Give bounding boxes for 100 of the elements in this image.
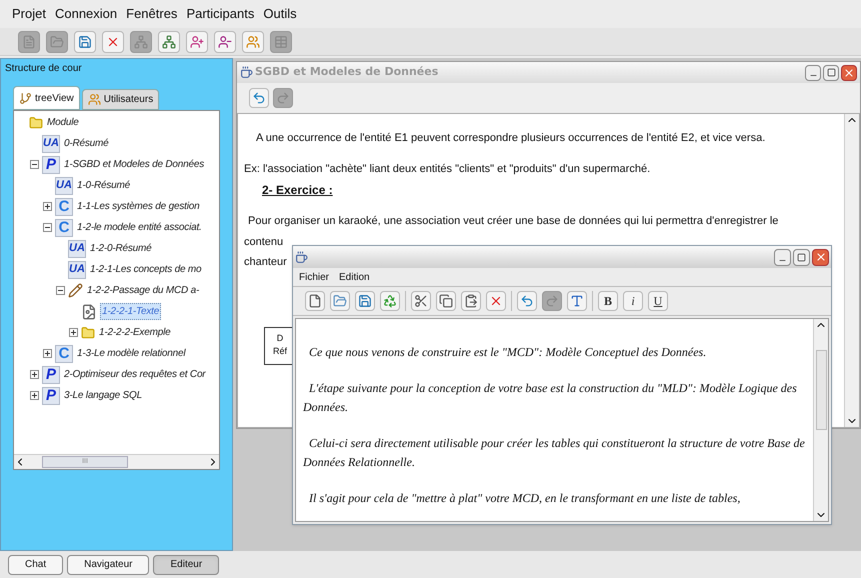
paragraph: Pour organiser un karaoké, une association veut créer une base de données qui lui permettra d'enregistrer le	[247, 214, 778, 229]
tree-item[interactable]: 1-2-le modele entité associat.	[76, 220, 203, 235]
diagram-label: D	[276, 332, 284, 344]
recycle-icon	[383, 294, 397, 308]
new-button[interactable]	[305, 291, 325, 311]
close-button[interactable]	[841, 64, 857, 80]
paragraph: L'étape suivante pour la conception de votre base est la construction du "MLD": Modèle Logique des Données.	[303, 380, 798, 416]
menu-item[interactable]: Participants	[186, 4, 254, 24]
collapse-toggle[interactable]	[43, 223, 52, 232]
tree-item[interactable]: 3-Le langage SQL	[63, 388, 143, 403]
vertical-scrollbar[interactable]	[844, 114, 859, 427]
menu-item[interactable]: Edition	[339, 270, 370, 284]
new-file-icon	[308, 294, 322, 308]
delete-button[interactable]	[102, 30, 124, 52]
tree-item[interactable]: 1-2-2-Passage du MCD a-	[86, 283, 200, 298]
tree-item[interactable]: 1-3-Le modèle relationnel	[76, 346, 186, 361]
paragraph: contenu	[244, 234, 284, 250]
network-icon	[162, 34, 176, 48]
expand-toggle[interactable]	[69, 328, 78, 337]
maximize-button[interactable]	[793, 248, 810, 266]
tree-item[interactable]: 1-1-Les systèmes de gestion	[76, 199, 200, 214]
scroll-thumb[interactable]	[816, 350, 826, 430]
close-icon	[814, 251, 826, 263]
paragraph: chanteur	[244, 255, 287, 270]
paste-button[interactable]	[461, 291, 481, 311]
menu-item[interactable]: Fichier	[299, 270, 330, 284]
network-button[interactable]	[158, 30, 180, 52]
userdel-button[interactable]	[214, 30, 236, 52]
minimize-button[interactable]	[805, 64, 821, 80]
window-title: SGBD et Modeles de Données	[255, 64, 438, 80]
app-icon	[240, 66, 253, 79]
save-icon	[358, 294, 372, 308]
course-item-icon: P	[42, 366, 60, 384]
paragraph: Il s'agit pour cela de "mettre à plat" votre MCD, en le transformant en une liste de tables,	[308, 490, 742, 507]
tree-item[interactable]: 1-SGBD et Modeles de Données	[63, 157, 206, 172]
undo-button[interactable]	[517, 291, 537, 311]
collapse-toggle[interactable]	[56, 286, 65, 295]
menu-item[interactable]: Projet	[12, 4, 46, 24]
close-icon	[843, 66, 855, 78]
minimize-button[interactable]	[774, 248, 791, 266]
course-item-icon: C	[55, 198, 73, 216]
section-heading: 2- Exercice :	[261, 182, 333, 199]
tree-item[interactable]: Module	[46, 115, 80, 130]
underline-button[interactable]: U	[648, 291, 668, 311]
users-icon	[246, 34, 260, 48]
undo-icon	[520, 294, 534, 308]
expand-toggle[interactable]	[30, 391, 39, 400]
collapse-toggle[interactable]	[30, 160, 39, 169]
open-button[interactable]	[330, 291, 350, 311]
users-button[interactable]	[242, 30, 264, 52]
expand-toggle[interactable]	[43, 202, 52, 211]
undo-button[interactable]	[249, 88, 269, 108]
tree-item[interactable]: 1-2-2-1-Texte	[100, 303, 162, 320]
paste-icon	[464, 294, 478, 308]
tree-item[interactable]: 1-2-0-Résumé	[89, 241, 153, 256]
copy-button[interactable]	[436, 291, 456, 311]
user-plus-icon	[190, 34, 204, 48]
tree-item[interactable]: 1-2-2-2-Exemple	[98, 325, 172, 340]
menu-item[interactable]: Fenêtres	[126, 4, 178, 24]
document-icon	[81, 304, 97, 320]
tree-item[interactable]: 2-Optimiseur des requêtes et Cor	[63, 367, 206, 382]
tree-item[interactable]: 1-2-1-Les concepts de mo	[89, 262, 202, 277]
close-button[interactable]	[812, 248, 829, 266]
menu-item[interactable]: Outils	[263, 4, 297, 24]
vertical-scrollbar[interactable]	[813, 319, 828, 521]
save-button[interactable]	[74, 30, 96, 52]
course-item-icon: UA	[68, 240, 86, 258]
cut-button[interactable]	[411, 291, 431, 311]
save-button[interactable]	[355, 291, 375, 311]
bold-button[interactable]: B	[598, 291, 618, 311]
table-icon	[274, 34, 288, 48]
course-item-icon: UA	[42, 134, 60, 152]
maximize-icon	[797, 252, 806, 262]
expand-toggle[interactable]	[30, 370, 39, 379]
recycle-button[interactable]	[380, 291, 400, 311]
panel-button[interactable]: Editeur	[153, 554, 220, 574]
maximize-button[interactable]	[823, 64, 839, 80]
delete-button[interactable]	[486, 291, 506, 311]
italic-button[interactable]: i	[623, 291, 643, 311]
close-icon	[489, 294, 503, 308]
tree-item[interactable]: 0-Résumé	[63, 136, 110, 151]
color-button[interactable]	[567, 291, 587, 311]
course-item-icon: P	[42, 156, 60, 174]
panel-button[interactable]: Chat	[8, 554, 64, 574]
course-item-icon: UA	[68, 260, 86, 278]
folder-icon	[81, 326, 95, 340]
tree-icon	[19, 92, 32, 104]
users-icon	[88, 93, 101, 106]
tree-item[interactable]: 1-0-Résumé	[76, 178, 132, 193]
course-item-icon: UA	[55, 176, 73, 194]
maximize-icon	[826, 68, 836, 77]
paragraph: Ce que nous venons de construire est le "MCD": Modèle Conceptuel des Données.	[308, 344, 708, 361]
save-icon	[78, 34, 92, 48]
menu-item[interactable]: Connexion	[54, 4, 118, 24]
panel-button[interactable]: Navigateur	[67, 554, 150, 574]
useradd-button[interactable]	[186, 30, 208, 52]
tab[interactable]: Utilisateurs	[82, 89, 160, 110]
tab[interactable]: treeView	[13, 86, 80, 110]
diagram-label: Réf	[272, 345, 287, 358]
expand-toggle[interactable]	[43, 349, 52, 358]
